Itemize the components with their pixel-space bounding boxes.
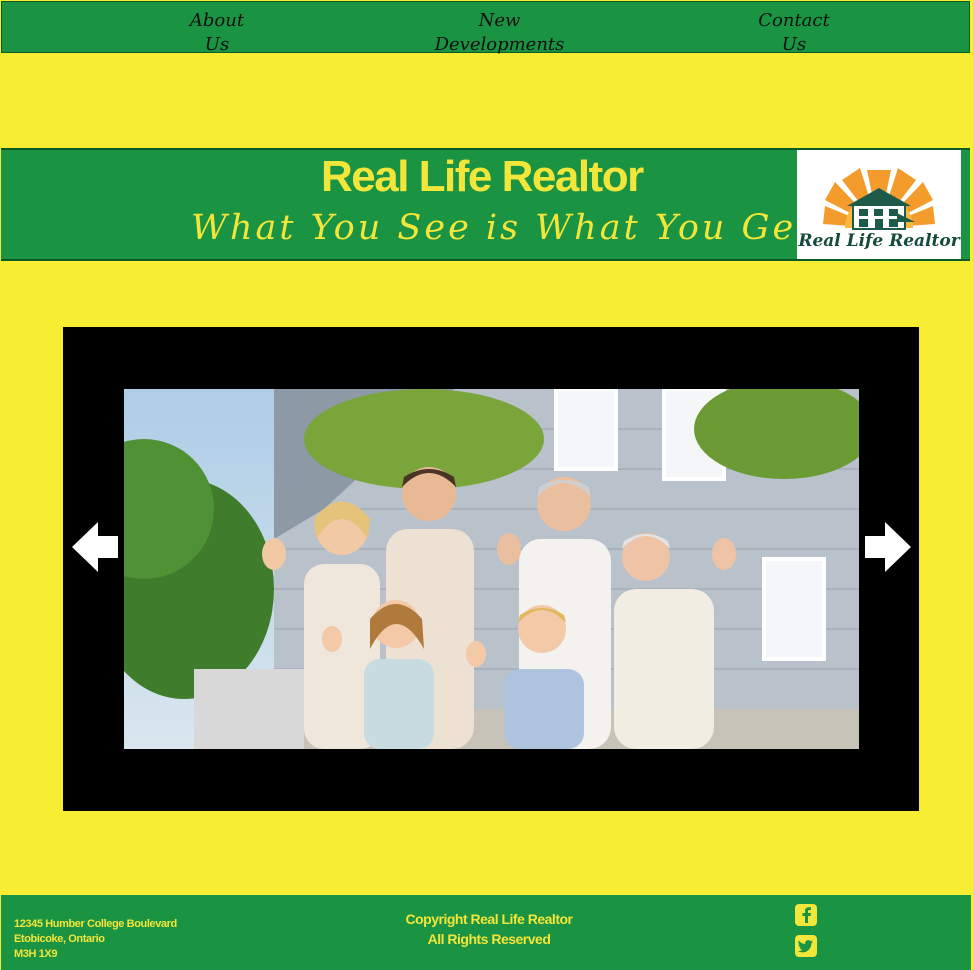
image-slider[interactable] <box>63 327 919 811</box>
nav-contact-us[interactable]: Contact Us <box>739 9 849 57</box>
facebook-button[interactable] <box>795 904 817 926</box>
footer-address: 12345 Humber College Boulevard Etobicoke… <box>14 917 177 962</box>
slider-next-button[interactable] <box>861 520 913 574</box>
copyright-line: All Rights Reserved <box>427 931 551 947</box>
arrow-right-icon <box>865 522 911 572</box>
nav-label-line1: About <box>189 10 245 31</box>
nav-label-line2: Developments <box>434 34 565 55</box>
logo[interactable]: Real Life Realtor <box>797 150 961 259</box>
site-title: Real Life Realtor <box>321 152 644 201</box>
address-line: 12345 Humber College Boulevard <box>14 918 177 930</box>
footer: 12345 Humber College Boulevard Etobicoke… <box>1 895 971 970</box>
copyright-line: Copyright Real Life Realtor <box>405 911 573 927</box>
top-nav: About Us New Developments Contact Us <box>1 1 970 55</box>
slide-photo <box>124 389 859 749</box>
nav-label-line2: Us <box>781 34 807 55</box>
header-banner: Real Life Realtor What You See is What Y… <box>1 148 970 261</box>
address-line: Etobicoke, Ontario <box>14 933 105 945</box>
nav-about-us[interactable]: About Us <box>162 9 272 57</box>
footer-copyright: Copyright Real Life Realtor All Rights R… <box>389 909 589 949</box>
nav-label-line1: New <box>478 10 521 31</box>
slider-prev-button[interactable] <box>70 520 122 574</box>
nav-label-line2: Us <box>204 34 230 55</box>
facebook-icon <box>802 907 811 923</box>
nav-new-developments[interactable]: New Developments <box>422 9 577 57</box>
twitter-button[interactable] <box>795 935 817 957</box>
logo-text: Real Life Realtor <box>798 231 960 251</box>
family-photo-illustration <box>124 389 859 749</box>
site-tagline: What You See is What You Get <box>191 208 814 248</box>
address-line: M3H 1X9 <box>14 948 58 960</box>
twitter-icon <box>797 940 813 953</box>
arrow-left-icon <box>72 522 118 572</box>
nav-label-line1: Contact <box>758 10 830 31</box>
